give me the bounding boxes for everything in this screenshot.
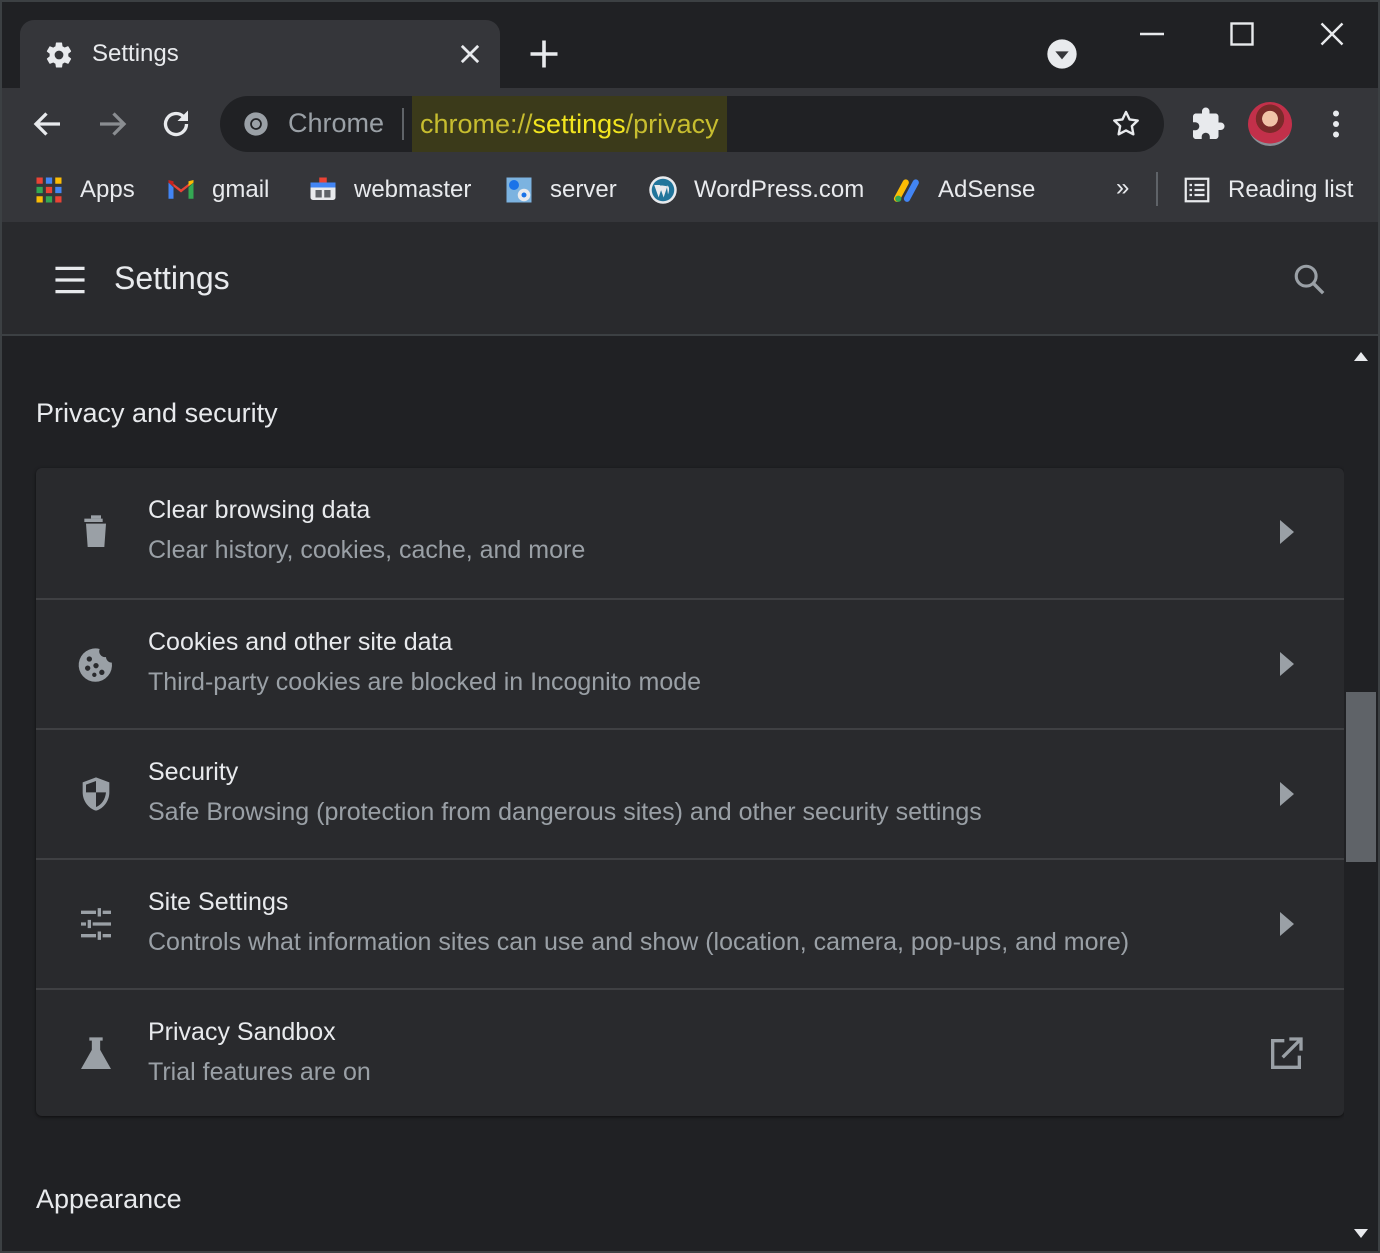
row-title: Clear browsing data (148, 496, 371, 524)
url-path: /privacy (625, 109, 719, 139)
adsense-icon (893, 179, 919, 202)
url-host: settings (532, 109, 626, 139)
row-cookies[interactable]: Cookies and other site data Third-party … (36, 598, 1344, 728)
server-icon (506, 177, 532, 203)
gmail-icon (168, 180, 194, 199)
tab-settings[interactable]: Settings (20, 20, 500, 88)
trash-icon (84, 515, 106, 547)
more-vert-icon[interactable] (1318, 106, 1354, 142)
apps-grid-icon (36, 177, 62, 203)
bookmark-label: WordPress.com (694, 176, 865, 203)
profile-avatar[interactable] (1248, 102, 1292, 146)
forward-arrow-icon[interactable] (94, 106, 130, 142)
back-arrow-icon[interactable] (30, 106, 66, 142)
row-privacy-sandbox[interactable]: Privacy Sandbox Trial features are on (36, 988, 1344, 1118)
tab-title: Settings (92, 40, 179, 67)
bookmark-server[interactable]: server (504, 170, 617, 210)
bookmarks-divider (1156, 172, 1158, 206)
extensions-puzzle-icon[interactable] (1190, 106, 1226, 142)
shield-icon (82, 777, 110, 811)
bookmark-label: server (550, 176, 617, 203)
arrow-right-icon (1280, 520, 1294, 544)
row-title: Privacy Sandbox (148, 1018, 336, 1046)
wordpress-icon (649, 176, 677, 204)
gear-icon (46, 42, 72, 68)
scroll-up-arrow-icon[interactable] (1353, 350, 1369, 362)
settings-header: Settings (2, 222, 1378, 336)
hamburger-menu-icon[interactable] (52, 264, 88, 296)
row-subtitle: Third-party cookies are blocked in Incog… (148, 668, 702, 696)
privacy-card: Clear browsing data Clear history, cooki… (36, 468, 1344, 1116)
chrome-logo-icon (244, 112, 268, 136)
bookmark-star-icon[interactable] (1110, 108, 1142, 140)
section-title-privacy: Privacy and security (36, 398, 278, 428)
row-clear-browsing-data[interactable]: Clear browsing data Clear history, cooki… (36, 468, 1344, 598)
section-title-appearance: Appearance (36, 1184, 182, 1214)
bookmark-gmail[interactable]: gmail (166, 170, 269, 210)
row-subtitle: Controls what information sites can use … (148, 928, 1130, 956)
row-title: Site Settings (148, 888, 289, 916)
reading-list-label: Reading list (1228, 176, 1354, 203)
bookmark-wordpress[interactable]: WordPress.com (648, 170, 864, 210)
url-text[interactable]: chrome://settings/privacy (412, 96, 727, 152)
bookmark-label: webmaster (354, 176, 472, 203)
bookmark-label: gmail (212, 176, 270, 203)
bookmarks-overflow-button[interactable]: » (1116, 174, 1129, 202)
page-scrollbar[interactable] (1344, 338, 1378, 1251)
new-tab-icon[interactable] (526, 36, 562, 72)
row-subtitle: Trial features are on (148, 1058, 371, 1086)
row-site-settings[interactable]: Site Settings Controls what information … (36, 858, 1344, 988)
bookmark-label: Apps (80, 176, 135, 203)
window-close-icon[interactable] (1314, 16, 1350, 52)
close-icon[interactable] (456, 40, 484, 68)
reading-list-icon (1184, 177, 1210, 203)
minimize-icon[interactable] (1134, 16, 1170, 52)
reading-list-button[interactable]: Reading list (1182, 170, 1353, 210)
row-title: Cookies and other site data (148, 628, 453, 656)
toolbar: Chrome chrome://settings/privacy (2, 88, 1378, 160)
row-title: Security (148, 758, 239, 786)
bookmark-adsense[interactable]: AdSense (892, 170, 1035, 210)
flask-icon (81, 1037, 111, 1069)
tune-icon (81, 908, 111, 940)
arrow-right-icon (1280, 782, 1294, 806)
page-title: Settings (114, 260, 230, 296)
bookmark-apps[interactable]: Apps (34, 170, 135, 210)
settings-content: Privacy and security Clear browsing data… (2, 338, 1344, 1251)
url-scheme: chrome:// (420, 109, 533, 139)
bookmark-webmaster[interactable]: webmaster (308, 170, 471, 210)
row-subtitle: Clear history, cookies, cache, and more (148, 536, 586, 564)
open-in-new-icon[interactable] (1266, 1034, 1306, 1074)
row-security[interactable]: Security Safe Browsing (protection from … (36, 728, 1344, 858)
cookie-icon (78, 648, 113, 682)
bookmarks-bar: Apps gmail webmaster server WordPress.co… (2, 160, 1378, 222)
scroll-down-arrow-icon[interactable] (1353, 1228, 1369, 1240)
row-subtitle: Safe Browsing (protection from dangerous… (148, 798, 982, 826)
arrow-right-icon (1280, 652, 1294, 676)
omnibox-divider (402, 108, 404, 140)
bookmark-label: AdSense (938, 176, 1036, 203)
tab-strip: Settings (2, 2, 1378, 88)
reload-icon[interactable] (158, 106, 194, 142)
tab-search-icon[interactable] (1046, 38, 1078, 70)
scrollbar-thumb[interactable] (1346, 692, 1376, 862)
arrow-right-icon (1280, 912, 1294, 936)
omnibox-chip: Chrome (288, 108, 385, 138)
search-icon[interactable] (1292, 262, 1326, 296)
omnibox[interactable]: Chrome chrome://settings/privacy (220, 96, 1164, 152)
maximize-icon[interactable] (1224, 16, 1260, 52)
browser-window: Settings Chrome chrome://settings/privac… (0, 0, 1380, 1253)
webmaster-icon (310, 177, 336, 200)
